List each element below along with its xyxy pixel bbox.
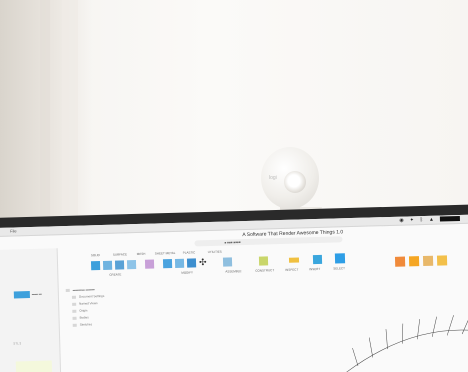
tab-solid[interactable]: SOLID [91,253,100,257]
modify-menu[interactable]: MODIFY [181,270,193,274]
select-menu[interactable]: SELECT [333,266,345,270]
chamfer-icon[interactable] [186,258,197,268]
construct-menu[interactable]: CONSTRUCT [255,268,274,273]
tree-node-icon [72,302,77,306]
dropbox-icon[interactable]: ✦ [410,217,414,223]
tab-plastic[interactable]: PLASTIC [183,250,196,254]
photo-scene: logi File ◉ ✦ ᛒ ▲ A Software That Render… [0,0,468,372]
tree-root[interactable]: ▬▬▬▬ ▬▬▬ [65,287,95,292]
select-icon[interactable] [334,253,346,264]
joint-icon[interactable] [222,257,233,267]
tree-item-label: Sketches [79,322,93,327]
browser-tree: ▬▬▬▬ ▬▬▬ Document Settings Named Views O… [65,285,188,348]
tree-item[interactable]: Bodies [72,315,89,320]
tab-sheet-metal[interactable]: SHEET METAL [155,251,176,256]
insert-menu[interactable]: INSERT [309,267,320,271]
battery-icon [439,215,460,222]
system-tray: ◉ ✦ ᛒ ▲ [399,215,460,224]
webcam-logo: logi [269,175,277,181]
press-pull-icon[interactable] [162,259,173,269]
tree-item-label: Named Views [79,301,98,306]
new-sketch-icon[interactable] [90,261,101,271]
tree-item[interactable]: Origin [72,308,88,313]
extrude-icon[interactable] [102,260,113,270]
assemble-menu[interactable]: ASSEMBLE [225,269,241,273]
left-panel: ▬▬ ▬ STL 3 [0,248,62,372]
highlight-box [15,360,53,372]
panel-label: STL 3 [13,341,22,346]
render-icon[interactable] [422,255,434,267]
panel-chip[interactable] [13,291,30,299]
inspect-menu[interactable]: INSPECT [285,268,298,272]
measure-icon[interactable] [288,257,300,263]
webcam-lens [284,171,306,193]
tree-node-icon [72,309,77,313]
wall-stripe [62,0,78,225]
tree-item[interactable]: Document Settings [71,293,105,299]
wifi-icon[interactable]: ◉ [399,218,404,224]
tree-item[interactable]: Named Views [72,301,98,306]
fillet-icon[interactable] [174,258,185,268]
loft-icon[interactable] [144,259,155,269]
grid-icon[interactable] [436,255,448,266]
tree-item[interactable]: Sketches [72,322,93,327]
move-icon[interactable]: ✣ [199,257,208,267]
tab-mesh[interactable]: MESH [137,252,146,256]
tree-node-icon [72,323,77,327]
sketch-curve [338,314,468,372]
tree-node-icon [72,316,77,320]
document-tab[interactable]: ■ ■■■ ■■■■ [194,236,343,247]
tree-item-label: Origin [79,308,88,313]
create-menu[interactable]: CREATE [109,272,121,276]
menu-file[interactable]: File [10,228,17,233]
monitor-screen: File ◉ ✦ ᛒ ▲ A Software That Render Awes… [0,214,468,372]
wall-stripe [40,0,50,225]
tree-node-icon [71,295,76,299]
tab-utilities[interactable]: UTILITIES [208,250,222,254]
insert-image-icon[interactable] [312,254,323,265]
offset-plane-icon[interactable] [258,256,269,266]
tree-item-label: Bodies [79,315,89,320]
revolve-icon[interactable] [114,260,125,270]
folder-icon[interactable] [408,256,420,267]
sound-icon[interactable]: ▲ [429,217,434,223]
tab-surface[interactable]: SURFACE [113,252,127,256]
tree-item-label: Document Settings [78,293,105,299]
add-in-icon[interactable] [394,256,406,267]
bluetooth-icon[interactable]: ᛒ [420,217,423,223]
panel-text: ▬▬ ▬ [31,291,42,296]
tree-node-icon [65,288,70,292]
sweep-icon[interactable] [126,260,137,270]
document-tab-label: ■ ■■■ ■■■■ [224,240,241,245]
